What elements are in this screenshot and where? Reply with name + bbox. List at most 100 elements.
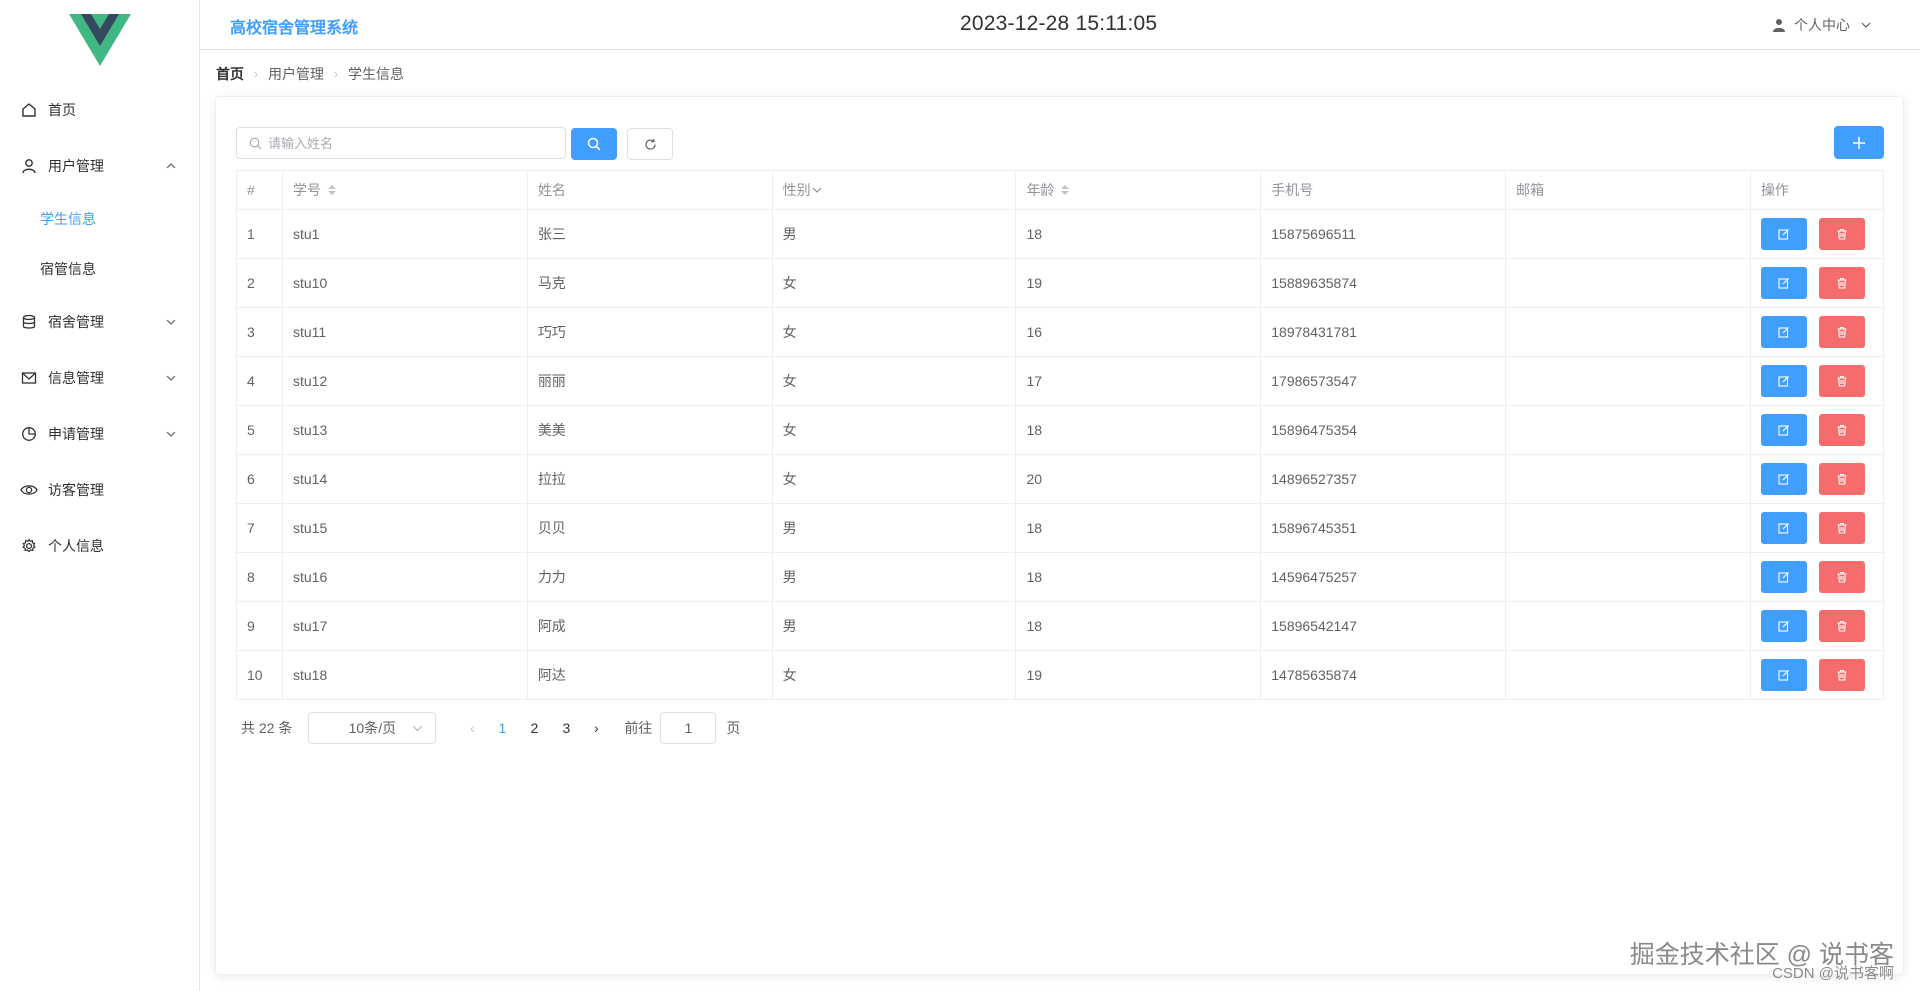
delete-button[interactable] — [1818, 267, 1865, 299]
delete-button[interactable] — [1818, 218, 1865, 250]
table-cell: 18 — [1015, 552, 1262, 602]
delete-button[interactable] — [1818, 610, 1865, 642]
table-cell: 18978431781 — [1260, 307, 1507, 357]
delete-button[interactable] — [1818, 512, 1865, 544]
edit-button[interactable] — [1760, 610, 1807, 642]
edit-button[interactable] — [1760, 659, 1807, 691]
page-size-select[interactable]: 10条/页 — [308, 712, 437, 744]
page-number-3[interactable]: 3 — [550, 720, 582, 736]
prev-page-icon[interactable]: ‹ — [458, 720, 486, 736]
add-student-button[interactable] — [1834, 126, 1884, 159]
edit-button[interactable] — [1760, 414, 1807, 446]
search-box — [236, 127, 566, 159]
delete-button[interactable] — [1818, 365, 1865, 397]
table-cell: 贝贝 — [526, 503, 773, 553]
sort-caret-icon[interactable] — [1060, 183, 1070, 197]
sidebar-subitem-dorm-manager-info[interactable]: 宿管信息 — [0, 244, 199, 294]
sidebar-item-home[interactable]: 首页 — [0, 82, 199, 138]
watermark-line2: CSDN @说书客啊 — [1772, 965, 1894, 982]
table-cell: 15875696511 — [1260, 209, 1507, 259]
filter-chevron-down-icon[interactable] — [812, 183, 822, 197]
table-cell: 14785635874 — [1260, 650, 1507, 700]
pagination: 共 22 条 10条/页 ‹ 1 2 3 › 前往 页 — [241, 712, 740, 744]
table-cell — [1505, 454, 1751, 504]
page-number-2[interactable]: 2 — [518, 720, 550, 736]
table-cell: 1 — [236, 209, 283, 259]
table-cell: 7 — [236, 503, 283, 553]
actions-cell — [1749, 356, 1885, 406]
delete-button[interactable] — [1818, 414, 1865, 446]
delete-button[interactable] — [1818, 561, 1865, 593]
table-cell: 丽丽 — [526, 356, 773, 406]
table-row: 1 stu1 张三男 18 15875696511 — [236, 209, 1885, 259]
delete-button[interactable] — [1818, 659, 1865, 691]
search-icon — [249, 137, 262, 149]
row-actions — [1760, 414, 1883, 446]
actions-cell — [1749, 258, 1885, 308]
chevron-down-icon — [1861, 22, 1871, 28]
user-icon — [20, 157, 38, 175]
column-header-student-id[interactable]: 学号 — [281, 170, 528, 210]
sort-caret-icon[interactable] — [327, 183, 337, 197]
edit-button[interactable] — [1760, 267, 1807, 299]
delete-button[interactable] — [1818, 463, 1865, 495]
table-cell: 5 — [236, 405, 283, 455]
edit-button[interactable] — [1760, 365, 1807, 397]
edit-button[interactable] — [1760, 463, 1807, 495]
column-header-age[interactable]: 年龄 — [1015, 170, 1262, 210]
edit-icon — [1778, 376, 1789, 387]
table-cell — [1505, 552, 1751, 602]
student-table: # 学号 姓名 性别 年龄 手机号 邮箱 操作 1 stu1 张三男 18 158756… — [236, 170, 1885, 700]
refresh-icon — [644, 138, 656, 150]
table-cell: 女 — [771, 258, 1017, 308]
sidebar-item-label: 首页 — [48, 102, 76, 118]
sidebar-item-application-management[interactable]: 申请管理 — [0, 406, 199, 462]
sidebar-item-user-management[interactable]: 用户管理 — [0, 138, 199, 194]
edit-button[interactable] — [1760, 561, 1807, 593]
delete-button[interactable] — [1818, 316, 1865, 348]
home-icon — [20, 101, 38, 119]
table-cell: 3 — [236, 307, 283, 357]
page-jump-input[interactable] — [660, 712, 717, 744]
column-header-name: 姓名 — [526, 170, 773, 210]
search-icon — [587, 137, 601, 151]
table-cell: 女 — [771, 650, 1017, 700]
table-cell: 女 — [771, 405, 1017, 455]
user-center-dropdown[interactable]: 个人中心 — [1772, 15, 1872, 35]
sidebar-item-message-management[interactable]: 信息管理 — [0, 350, 199, 406]
row-actions — [1760, 365, 1883, 397]
trash-icon — [1837, 375, 1847, 387]
actions-cell — [1749, 307, 1885, 357]
breadcrumb-home[interactable]: 首页 — [216, 64, 244, 84]
search-input[interactable] — [268, 135, 548, 151]
reset-button[interactable] — [627, 128, 673, 160]
search-button[interactable] — [571, 128, 617, 160]
edit-button[interactable] — [1760, 218, 1807, 250]
table-cell: 15889635874 — [1260, 258, 1507, 308]
column-header-gender[interactable]: 性别 — [771, 170, 1017, 210]
sidebar-item-label: 信息管理 — [48, 370, 104, 386]
next-page-icon[interactable]: › — [582, 720, 610, 736]
table-cell — [1505, 307, 1751, 357]
table-cell: 女 — [771, 454, 1017, 504]
breadcrumb-separator-icon: › — [254, 67, 258, 81]
edit-button[interactable] — [1760, 512, 1807, 544]
table-row: 5 stu13 美美女 18 15896475354 — [236, 405, 1885, 455]
table-cell — [1505, 650, 1751, 700]
table-cell — [1505, 405, 1751, 455]
sidebar-item-label: 个人信息 — [48, 538, 104, 554]
table-cell: 18 — [1015, 405, 1262, 455]
table-cell: 17986573547 — [1260, 356, 1507, 406]
table-cell: stu18 — [281, 650, 528, 700]
table-cell: 15896542147 — [1260, 601, 1507, 651]
row-actions — [1760, 316, 1883, 348]
sidebar-item-personal-info[interactable]: 个人信息 — [0, 518, 199, 574]
sidebar-item-visitor-management[interactable]: 访客管理 — [0, 462, 199, 518]
trash-icon — [1837, 571, 1847, 583]
goto-label: 前往 — [624, 720, 653, 736]
table-cell: 20 — [1015, 454, 1262, 504]
sidebar-subitem-student-info[interactable]: 学生信息 — [0, 194, 199, 244]
page-number-1[interactable]: 1 — [486, 720, 518, 736]
edit-button[interactable] — [1760, 316, 1807, 348]
sidebar-item-dorm-management[interactable]: 宿舍管理 — [0, 294, 199, 350]
